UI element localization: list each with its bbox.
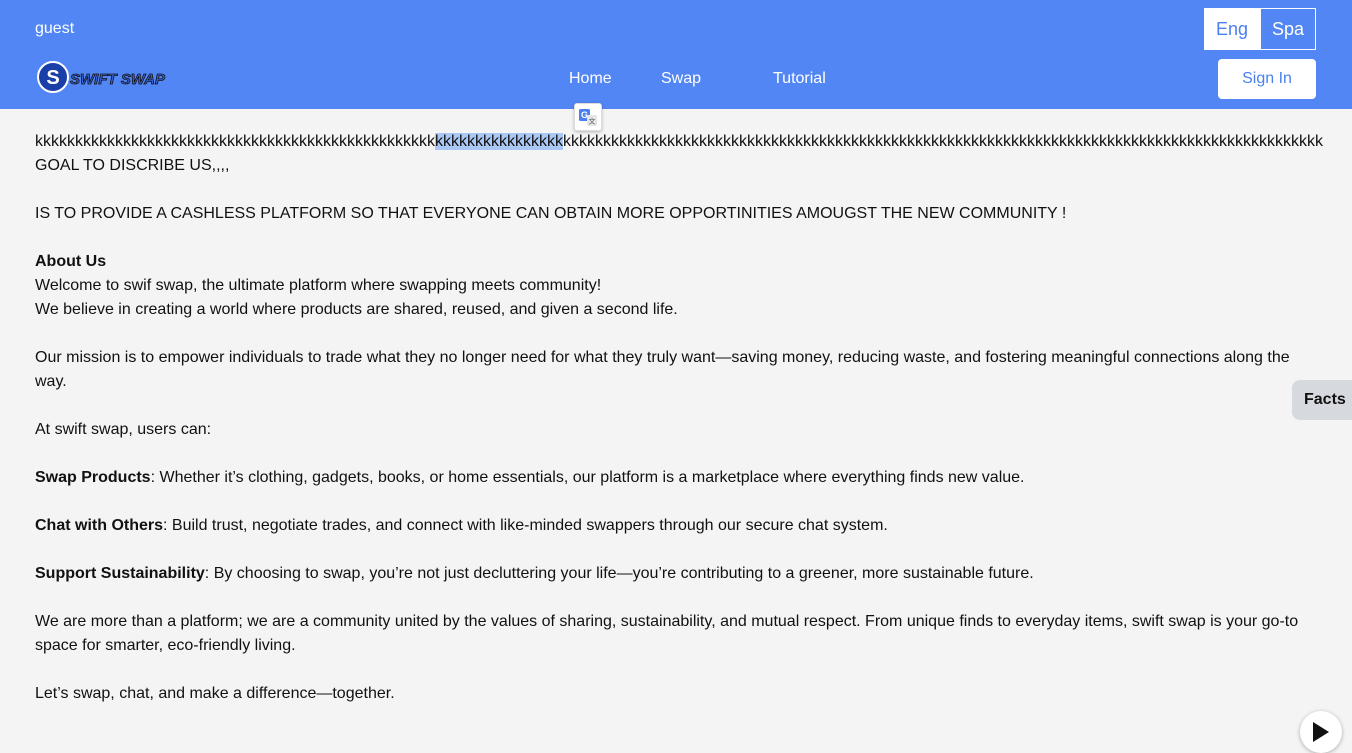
user-status-label: guest bbox=[35, 20, 75, 37]
swift-swap-logo[interactable]: S SWIFT SWAP bbox=[36, 60, 170, 94]
nav-home-link[interactable]: Home bbox=[569, 70, 612, 88]
play-icon[interactable] bbox=[1300, 711, 1342, 753]
sign-in-button[interactable]: Sign In bbox=[1218, 59, 1316, 99]
users-can-text: At swift swap, users can: bbox=[35, 421, 212, 438]
svg-text:S: S bbox=[46, 67, 59, 89]
closing-text: Let’s swap, chat, and make a difference—… bbox=[35, 685, 395, 702]
goal-line: GOAL TO DISCRIBE US,,,, bbox=[35, 157, 230, 174]
feature-chat: Chat with Others: Build trust, negotiate… bbox=[35, 517, 888, 534]
nav-swap-link[interactable]: Swap bbox=[661, 70, 701, 88]
svg-text:文: 文 bbox=[589, 117, 596, 126]
community-text: We are more than a platform; we are a co… bbox=[35, 613, 1299, 654]
facts-tab-button[interactable]: Facts bbox=[1292, 380, 1352, 420]
feature-support: Support Sustainability: By choosing to s… bbox=[35, 565, 1034, 582]
about-heading: About Us bbox=[35, 253, 107, 270]
svg-text:SWIFT SWAP: SWIFT SWAP bbox=[70, 71, 166, 88]
feature-support-title: Support Sustainability bbox=[35, 565, 205, 582]
language-switcher: Eng Spa bbox=[1204, 8, 1316, 50]
k-text-line: kkkkkkkkkkkkkkkkkkkkkkkkkkkkkkkkkkkkkkkk… bbox=[35, 133, 1323, 150]
feature-swap-title: Swap Products bbox=[35, 469, 151, 486]
nav-tutorial-link[interactable]: Tutorial bbox=[773, 70, 826, 88]
svg-text:G: G bbox=[581, 110, 588, 120]
top-navbar: guest Eng Spa S SWIFT SWAP Home Swap Tut… bbox=[0, 0, 1352, 109]
mission-caps: IS TO PROVIDE A CASHLESS PLATFORM SO THA… bbox=[35, 205, 1067, 222]
mission-text: Our mission is to empower individuals to… bbox=[35, 349, 1290, 390]
selected-text: kkkkkkkkkkkkkkkk bbox=[435, 133, 563, 150]
believe-text: We believe in creating a world where pro… bbox=[35, 301, 678, 318]
lang-spa-button[interactable]: Spa bbox=[1260, 8, 1316, 50]
about-content: kkkkkkkkkkkkkkkkkkkkkkkkkkkkkkkkkkkkkkkk… bbox=[35, 130, 1323, 706]
lang-eng-button[interactable]: Eng bbox=[1204, 8, 1260, 50]
welcome-text: Welcome to swif swap, the ultimate platf… bbox=[35, 277, 602, 294]
feature-swap: Swap Products: Whether it’s clothing, ga… bbox=[35, 469, 1025, 486]
feature-chat-title: Chat with Others bbox=[35, 517, 164, 534]
google-translate-icon[interactable]: G 文 bbox=[574, 103, 602, 131]
